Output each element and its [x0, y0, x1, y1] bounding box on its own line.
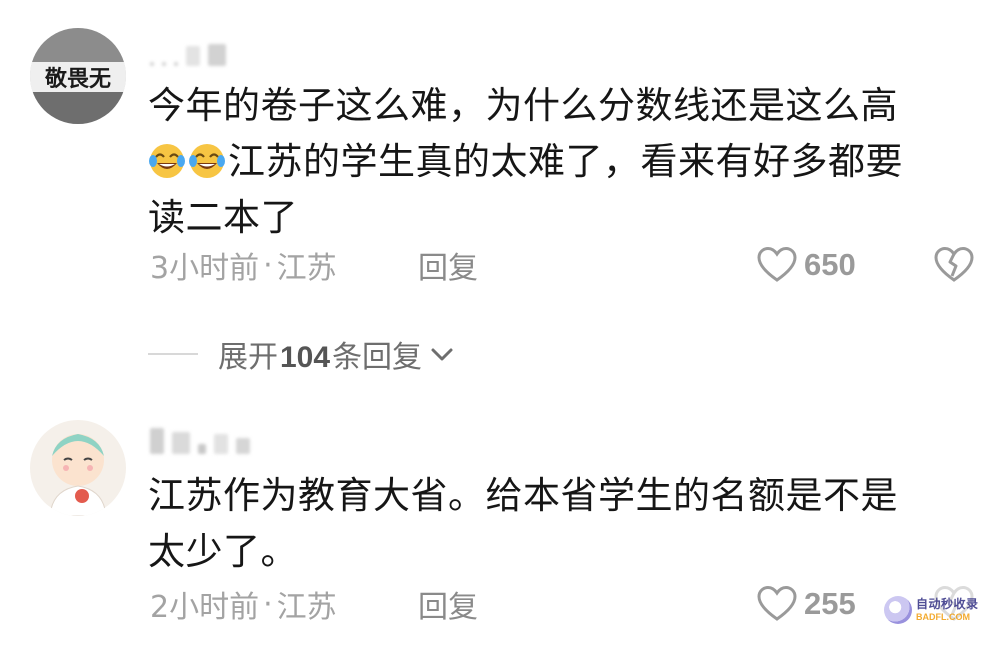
- comment-text: 江苏作为教育大省。给本省学生的名额是不是 太少了。: [148, 468, 988, 580]
- comment-meta: 3小时前 · 江苏: [150, 245, 337, 287]
- reply-button[interactable]: 回复: [418, 245, 478, 286]
- comment-meta: 2小时前 · 江苏: [150, 584, 337, 626]
- like-count: 650: [804, 247, 856, 282]
- face-with-tears-of-joy-icon: [148, 140, 186, 178]
- heart-icon: [757, 246, 797, 282]
- watermark-cn: 自动秒收录: [916, 597, 979, 611]
- comment-line-1: 江苏作为教育大省。给本省学生的名额是不是: [148, 474, 898, 517]
- like-button[interactable]: 255: [756, 584, 856, 624]
- timestamp: 3小时前: [150, 251, 260, 286]
- watermark-text: 自动秒收录 BADFL.COM: [916, 598, 979, 622]
- avatar[interactable]: 敬畏无: [30, 28, 126, 124]
- comment-1: 敬畏无 今年的卷子这么难，为什么分数线还是这么高 江苏的学生真的太难了，看来有好…: [0, 0, 1004, 320]
- expand-suffix: 条回复: [332, 340, 423, 375]
- meta-separator: ·: [263, 247, 273, 283]
- chevron-down-icon: [431, 348, 453, 361]
- location: 江苏: [276, 251, 337, 286]
- face-with-tears-of-joy-icon: [188, 140, 226, 178]
- comment-line-1: 今年的卷子这么难，为什么分数线还是这么高: [148, 84, 898, 127]
- heart-icon: [757, 585, 797, 621]
- expand-prefix: 展开: [218, 340, 278, 375]
- comment-line-3: 读二本了: [148, 196, 298, 239]
- reply-count: 104: [280, 341, 331, 374]
- comment-line-2: 江苏的学生真的太难了，看来有好多都要: [148, 134, 988, 190]
- watermark-logo-icon: [884, 596, 912, 624]
- comment-text: 今年的卷子这么难，为什么分数线还是这么高 江苏的学生真的太难了，看来有好多都要 …: [148, 78, 988, 246]
- expand-replies-button[interactable]: 展开104条回复: [148, 332, 456, 376]
- timestamp: 2小时前: [150, 590, 260, 625]
- username-redacted[interactable]: [150, 424, 250, 454]
- reply-button[interactable]: 回复: [418, 584, 478, 625]
- comment-line-2: 太少了。: [148, 530, 298, 573]
- avatar[interactable]: [30, 420, 126, 516]
- expand-replies-label: 展开104条回复: [218, 332, 422, 376]
- like-button[interactable]: 650: [756, 245, 856, 285]
- comment-line-2-text: 江苏的学生真的太难了，看来有好多都要: [228, 140, 903, 183]
- calligraphy-avatar-image: 敬畏无: [30, 28, 126, 124]
- watermark: 自动秒收录 BADFL.COM: [884, 590, 996, 630]
- dislike-button[interactable]: [932, 245, 976, 285]
- avatar-calligraphy-text: 敬畏无: [44, 66, 111, 92]
- username-redacted[interactable]: [150, 36, 226, 66]
- cartoon-monk-avatar-image: [30, 420, 126, 516]
- meta-separator: ·: [263, 586, 273, 622]
- like-count: 255: [804, 586, 856, 621]
- watermark-en: BADFL.COM: [916, 612, 970, 622]
- comment-2: 江苏作为教育大省。给本省学生的名额是不是 太少了。 2小时前 · 江苏 回复 2…: [0, 400, 1004, 650]
- broken-heart-icon: [934, 246, 974, 282]
- location: 江苏: [276, 590, 337, 625]
- expand-divider-line: [148, 353, 198, 355]
